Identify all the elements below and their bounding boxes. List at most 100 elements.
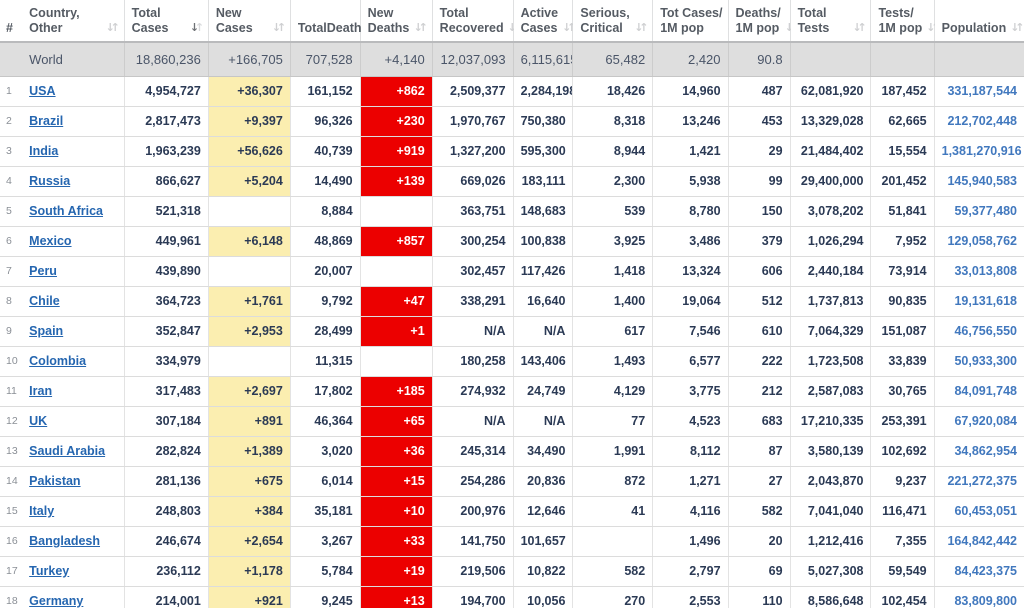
table-row[interactable]: 5 South Africa 521,318 8,884 363,751 148,683 5… (0, 196, 1024, 227)
table-row[interactable]: 13 Saudi Arabia 282,824 +1,389 3,020 +36 245,3… (0, 436, 1024, 467)
table-row[interactable]: 10 Colombia 334,979 11,315 180,258 143,406 1,4… (0, 346, 1024, 377)
country-link[interactable]: Peru (29, 264, 57, 278)
table-row[interactable]: 14 Pakistan 281,136 +675 6,014 +15 254,286 20,8… (0, 466, 1024, 497)
world-summary-row: World 18,860,236 +166,705 707,528 +4,140 12,0… (0, 42, 1024, 77)
country-link[interactable]: Chile (29, 294, 60, 308)
cell-newcases (208, 346, 291, 377)
country-link[interactable]: Brazil (29, 114, 63, 128)
country-link[interactable]: Turkey (29, 564, 69, 578)
column-header-totaltests[interactable]: Total Tests ↓ ↑ (790, 0, 872, 43)
cell-newdeaths (360, 346, 433, 377)
sort-updown-icon[interactable]: ↓↑ (562, 21, 576, 34)
cell-testsper1m: 59,549 (870, 556, 935, 587)
cell-serious: 1,400 (572, 286, 654, 317)
country-link[interactable]: Russia (29, 174, 70, 188)
cell-serious: 582 (572, 556, 654, 587)
cell-deathsper1m: 453 (728, 106, 791, 137)
country-link[interactable]: Pakistan (29, 474, 80, 488)
cell-totalrec: 245,314 (432, 436, 514, 467)
column-header-totaldeaths[interactable]: TotalDeaths↓↑ (290, 0, 387, 43)
column-header-country[interactable]: Country, Other ↓ ↑ (22, 0, 125, 43)
covid-statistics-table[interactable]: # Country, Other ↓ ↑ Total Cases ↓ ↑ New Cases ↓ ↑ To… (0, 0, 1024, 608)
country-link[interactable]: Mexico (29, 234, 71, 248)
cell-totaldeaths: 17,802 (290, 376, 361, 407)
cell-country[interactable]: Bangladesh (22, 526, 125, 557)
cell-country[interactable]: Pakistan (22, 466, 125, 497)
table-row[interactable]: 3 India 1,963,239 +56,626 40,739 +919 1,327,20… (0, 136, 1024, 167)
column-header-active[interactable]: Active Cases ↓ ↑ (513, 0, 577, 43)
table-row[interactable]: 2 Brazil 2,817,473 +9,397 96,326 +230 1,970,76… (0, 106, 1024, 137)
cell-casesper1m: 19,064 (652, 286, 729, 317)
world-cell-idx (0, 42, 23, 77)
country-link[interactable]: Iran (29, 384, 52, 398)
country-link[interactable]: South Africa (29, 204, 103, 218)
country-link[interactable]: Italy (29, 504, 54, 518)
country-link[interactable]: Germany (29, 594, 83, 608)
sort-updown-icon[interactable]: ↓↑ (106, 21, 120, 34)
cell-deathsper1m: 150 (728, 196, 791, 227)
cell-country[interactable]: Spain (22, 316, 125, 347)
column-header-inner: Active Cases ↓ ↑ (521, 6, 577, 35)
column-header-testsper1m[interactable]: Tests/1M pop↓↑ (870, 0, 940, 43)
column-header-idx[interactable]: # (0, 0, 23, 43)
table-row[interactable]: 7 Peru 439,890 20,007 302,457 117,426 1,418 13,… (0, 256, 1024, 287)
table-row[interactable]: 1 USA 4,954,727 +36,307 161,152 +862 2,509,377… (0, 76, 1024, 107)
cell-country[interactable]: Brazil (22, 106, 125, 137)
sort-updown-icon[interactable]: ↓↑ (634, 21, 648, 34)
cell-country[interactable]: Iran (22, 376, 125, 407)
table-row[interactable]: 8 Chile 364,723 +1,761 9,792 +47 338,291 16,640… (0, 286, 1024, 317)
country-link[interactable]: UK (29, 414, 47, 428)
cell-country[interactable]: Russia (22, 166, 125, 197)
table-row[interactable]: 16 Bangladesh 246,674 +2,654 3,267 +33 141,750… (0, 526, 1024, 557)
cell-deathsper1m: 99 (728, 166, 791, 197)
sort-updown-icon[interactable]: ↓↑ (414, 21, 428, 34)
sort-descending-icon[interactable]: ↓ ↑ (190, 21, 204, 34)
cell-country[interactable]: Germany (22, 586, 125, 608)
cell-serious: 617 (572, 316, 654, 347)
country-link[interactable]: Spain (29, 324, 63, 338)
column-header-serious[interactable]: Serious, Critical ↓ ↑ (572, 0, 654, 43)
cell-country[interactable]: Colombia (22, 346, 125, 377)
cell-active: 183,111 (513, 166, 574, 197)
cell-country[interactable]: India (22, 136, 125, 167)
column-header-inner: Deaths/1M pop↓↑ (736, 6, 799, 35)
table-row[interactable]: 9 Spain 352,847 +2,953 28,499 +1 N/A N/A 617 7,54… (0, 316, 1024, 347)
sort-updown-icon[interactable]: ↓↑ (852, 21, 866, 34)
table-row[interactable]: 15 Italy 248,803 +384 35,181 +10 200,976 12,646… (0, 496, 1024, 527)
table-row[interactable]: 6 Mexico 449,961 +6,148 48,869 +857 300,254 100… (0, 226, 1024, 257)
cell-country[interactable]: Turkey (22, 556, 125, 587)
column-header-deathsper1m[interactable]: Deaths/1M pop↓↑ (728, 0, 799, 43)
country-link[interactable]: Saudi Arabia (29, 444, 105, 458)
table-row[interactable]: 4 Russia 866,627 +5,204 14,490 +139 669,026 183… (0, 166, 1024, 197)
table-row[interactable]: 12 UK 307,184 +891 46,364 +65 N/A N/A 77 4,523 683… (0, 406, 1024, 437)
cell-country[interactable]: Mexico (22, 226, 125, 257)
cell-totaltests: 29,400,000 (790, 166, 872, 197)
cell-country[interactable]: Italy (22, 496, 125, 527)
cell-country[interactable]: USA (22, 76, 125, 107)
country-link[interactable]: Bangladesh (29, 534, 100, 548)
column-header-newdeaths[interactable]: New Deaths ↓ ↑ (360, 0, 433, 43)
sort-updown-icon[interactable]: ↓↑ (1010, 21, 1024, 34)
column-header-population[interactable]: Population ↓ ↑ (934, 0, 1024, 43)
country-link[interactable]: Colombia (29, 354, 86, 368)
column-header-casesper1m[interactable]: Tot Cases/1M pop↓↑ (652, 0, 741, 43)
cell-country[interactable]: Chile (22, 286, 125, 317)
cell-totalcases: 439,890 (124, 256, 209, 287)
sort-updown-icon[interactable]: ↓↑ (272, 21, 286, 34)
table-row[interactable]: 17 Turkey 236,112 +1,178 5,784 +19 219,506 10,8… (0, 556, 1024, 587)
cell-casesper1m: 6,577 (652, 346, 729, 377)
column-header-totalcases[interactable]: Total Cases ↓ ↑ (124, 0, 209, 43)
world-cell-totalcases: 18,860,236 (124, 42, 209, 77)
cell-country[interactable]: Saudi Arabia (22, 436, 125, 467)
cell-country[interactable]: Peru (22, 256, 125, 287)
table-row[interactable]: 11 Iran 317,483 +2,697 17,802 +185 274,932 24,7… (0, 376, 1024, 407)
country-link[interactable]: India (29, 144, 58, 158)
column-header-newcases[interactable]: New Cases ↓ ↑ (208, 0, 291, 43)
cell-country[interactable]: UK (22, 406, 125, 437)
country-link[interactable]: USA (29, 84, 55, 98)
cell-country[interactable]: South Africa (22, 196, 125, 227)
cell-deathsper1m: 29 (728, 136, 791, 167)
column-header-totalrec[interactable]: TotalRecovered↓↑ (432, 0, 522, 43)
table-row[interactable]: 18 Germany 214,001 +921 9,245 +13 194,700 10,05… (0, 586, 1024, 608)
column-header-line1: Total (297, 20, 327, 35)
